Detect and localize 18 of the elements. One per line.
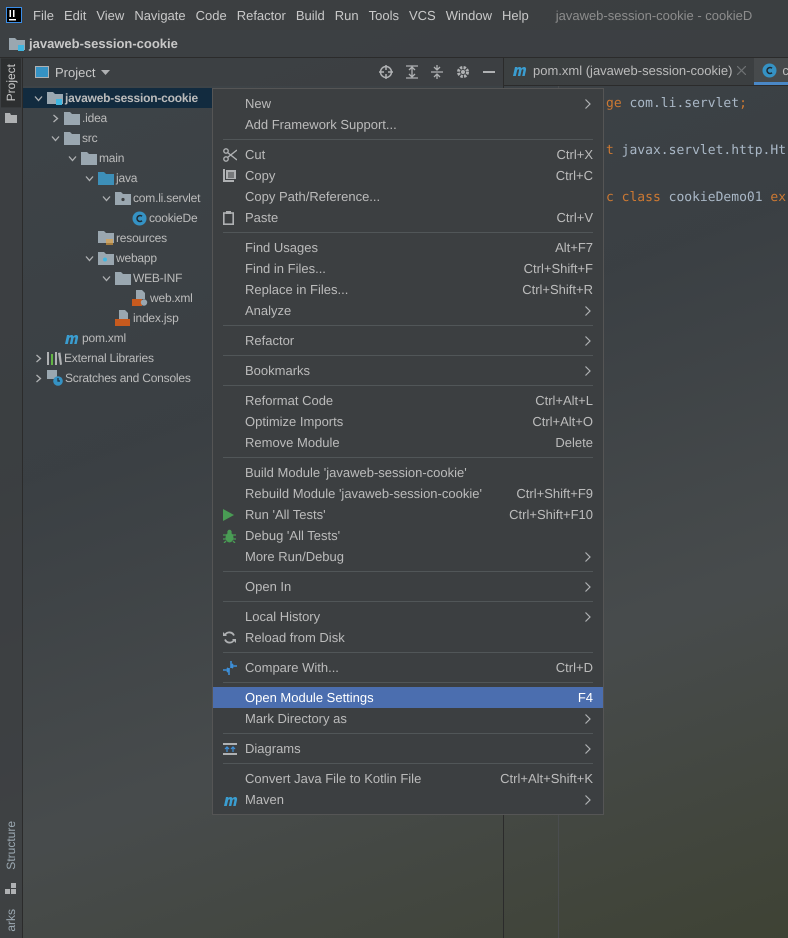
shortcut-label: Ctrl+V [556,210,593,225]
code-line: c class cookieDemo01 ex [606,190,786,207]
window-title: javaweb-session-cookie - cookieD [556,8,752,22]
shortcut-label: Ctrl+Alt+O [532,414,593,429]
shortcut-label: Ctrl+Alt+L [535,393,593,408]
code-line: t javax.servlet.http.Ht [606,143,786,160]
shortcut-label: Ctrl+Shift+R [522,282,593,297]
shortcut-label: Ctrl+Alt+Shift+K [500,771,593,786]
shortcut-label: Ctrl+Shift+F9 [516,486,593,501]
shortcut-label: Alt+F7 [555,240,593,255]
shortcut-label: Ctrl+D [556,660,593,675]
shortcut-label: Ctrl+X [556,147,593,162]
shortcut-label: Ctrl+Shift+F [524,261,593,276]
shortcut-label: Ctrl+Shift+F10 [509,507,593,522]
code-line: ge com.li.servlet; [606,96,748,113]
shortcut-label: Ctrl+C [556,168,593,183]
shortcut-label: F4 [578,690,593,705]
shortcut-label: Delete [555,435,593,450]
